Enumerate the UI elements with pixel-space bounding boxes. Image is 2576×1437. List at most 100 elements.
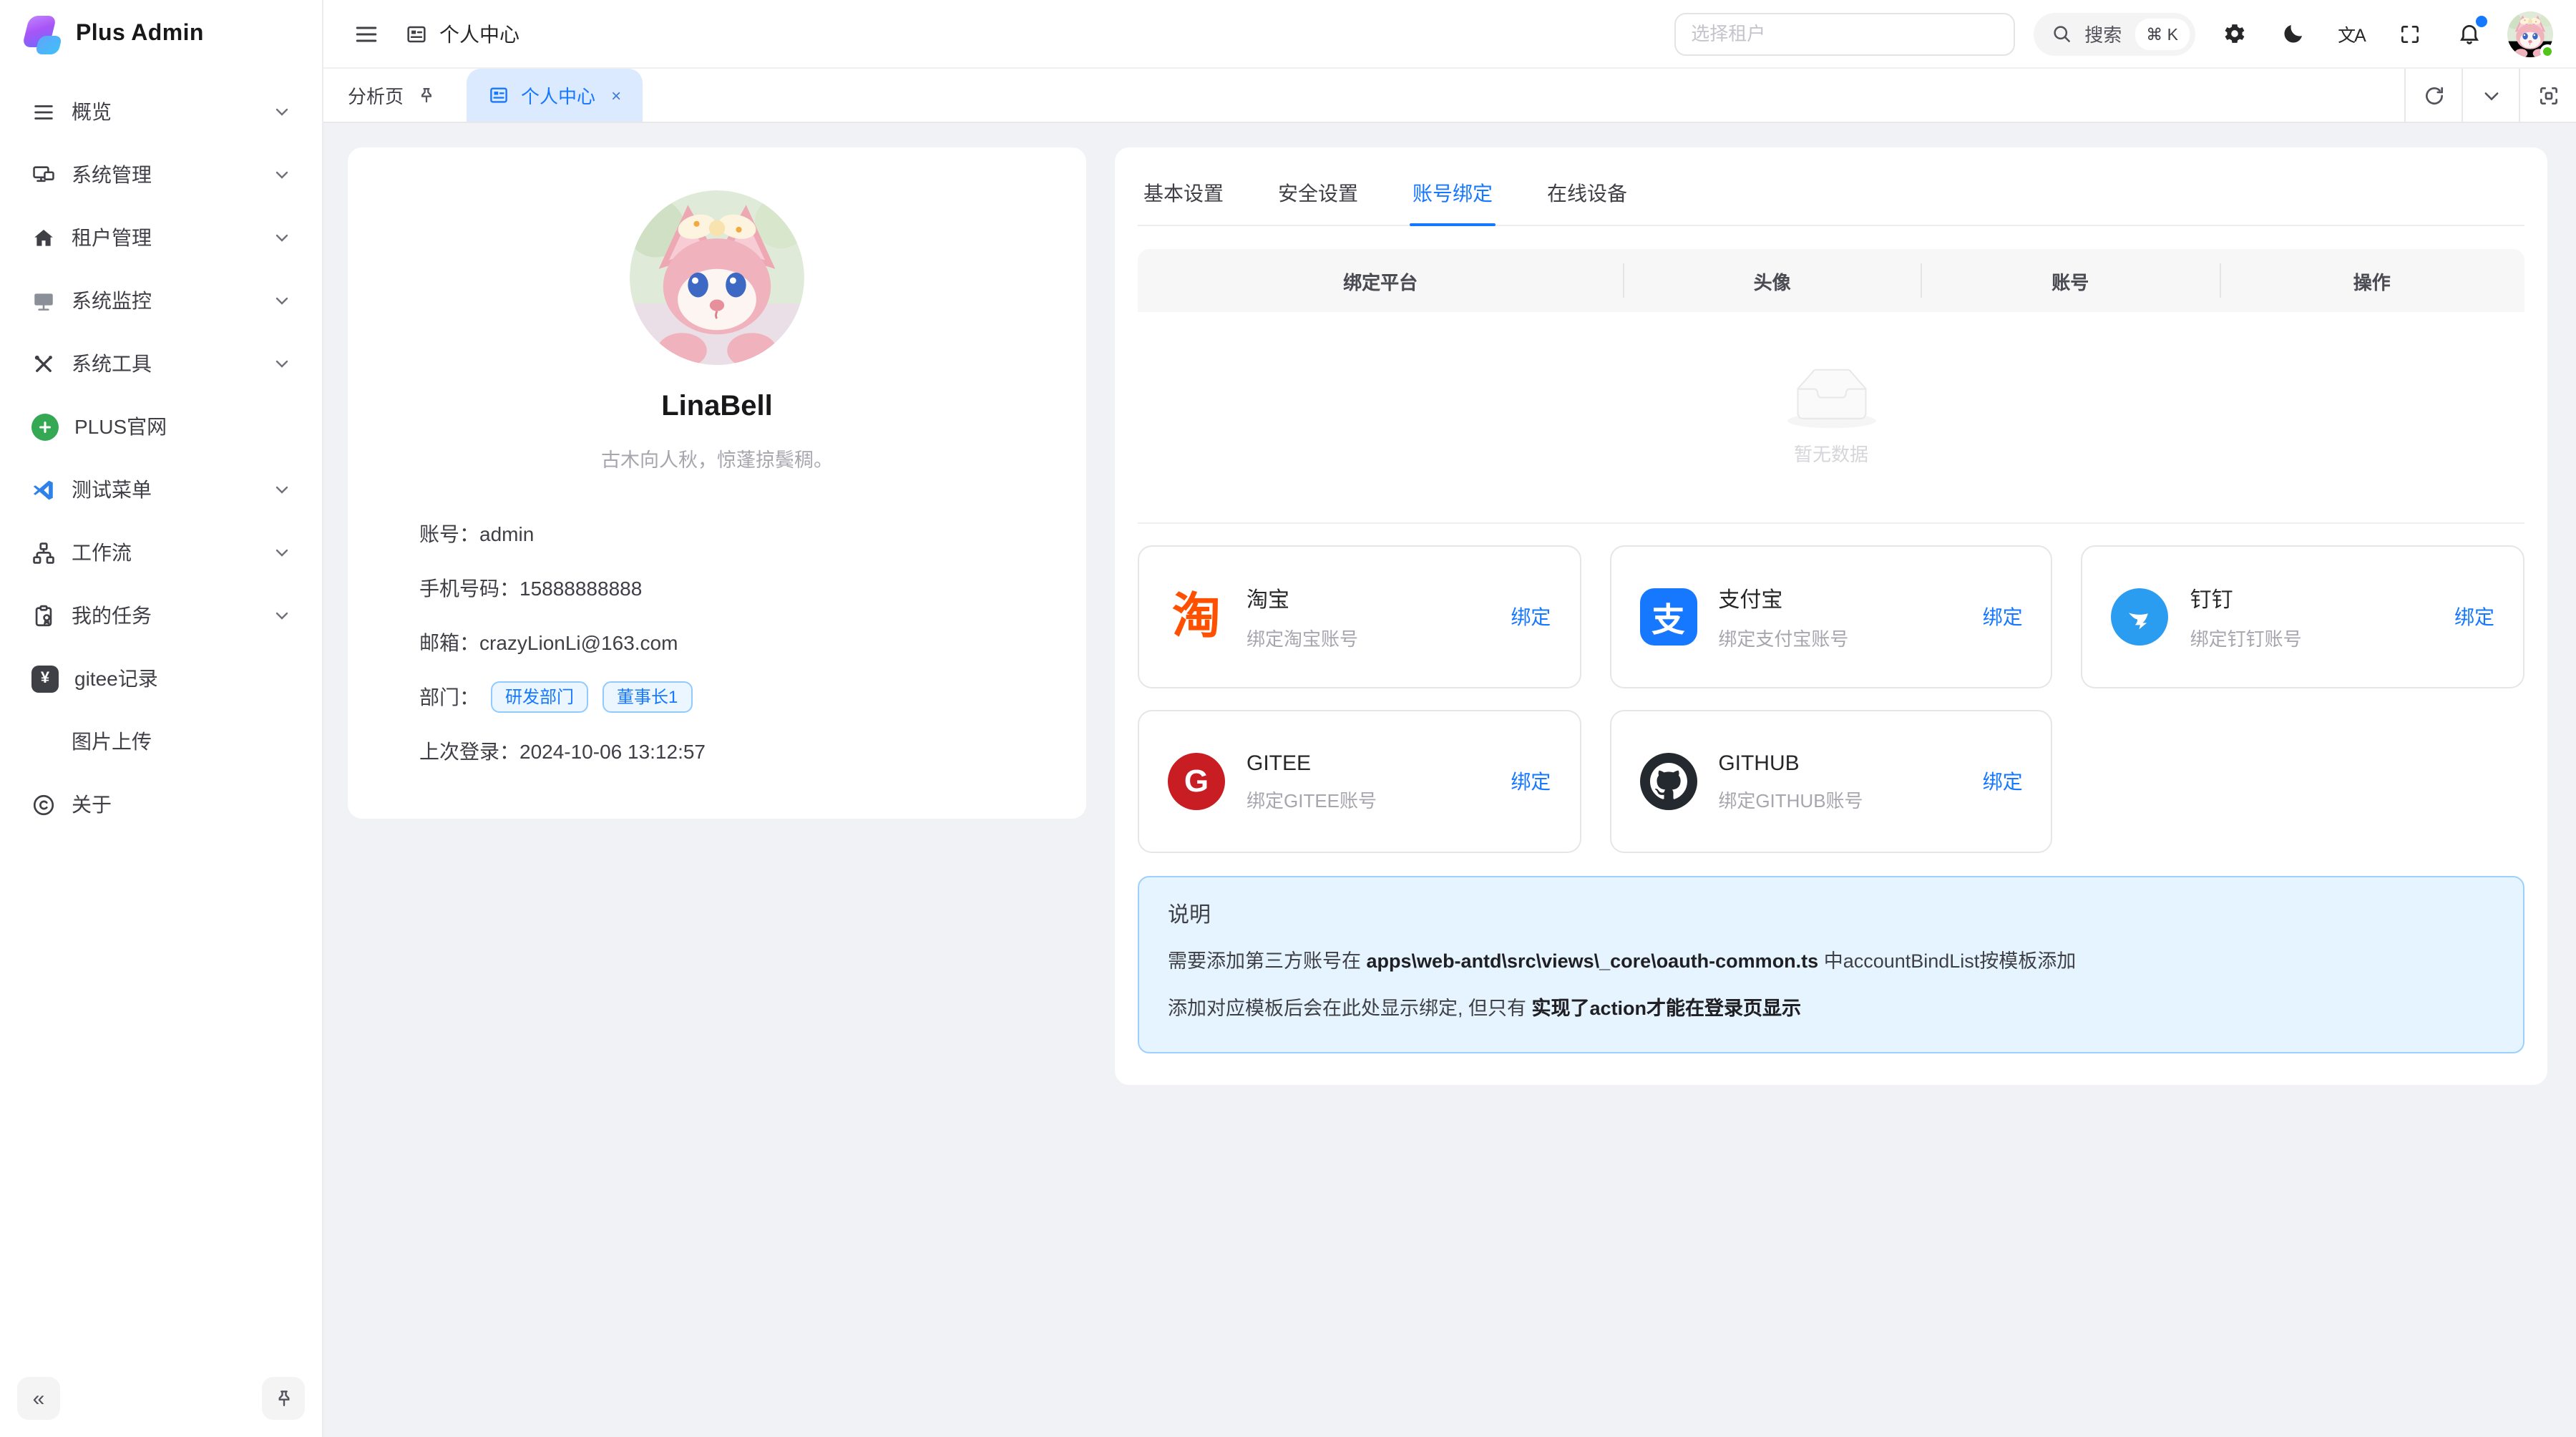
list-icon	[31, 99, 56, 124]
gitee-icon: G	[1168, 753, 1225, 810]
sidebar-item-overview[interactable]: 概览	[17, 83, 305, 140]
binding-card-taobao: 淘 淘宝 绑定淘宝账号 绑定	[1138, 545, 1581, 688]
bind-link-gitee[interactable]: 绑定	[1511, 767, 1551, 796]
settings-button[interactable]	[2214, 14, 2254, 54]
logo-icon	[21, 15, 60, 54]
binding-card-dingtalk: 钉钉 绑定钉钉账号 绑定	[2082, 545, 2524, 688]
column-account: 账号	[1921, 249, 2220, 312]
sidebar-item-about[interactable]: 关于	[17, 776, 305, 833]
chevron-down-icon	[273, 607, 291, 624]
tab-analysis[interactable]: 分析页	[323, 69, 448, 122]
sidebar-item-my-tasks[interactable]: 我的任务	[17, 587, 305, 644]
binding-name: 淘宝	[1246, 583, 1358, 613]
alipay-icon: 支	[1639, 588, 1697, 646]
profile-name: LinaBell	[419, 391, 1015, 424]
profile-row-account: 账号：admin	[419, 518, 1015, 550]
fullscreen-button[interactable]	[2390, 14, 2430, 54]
language-button[interactable]: 文A	[2331, 14, 2371, 54]
sidebar-item-workflow[interactable]: 工作流	[17, 524, 305, 581]
chevron-down-icon	[273, 229, 291, 246]
department-tag: 研发部门	[491, 681, 588, 713]
tab-profile-center[interactable]: 个人中心 ×	[467, 69, 643, 122]
bind-link-github[interactable]: 绑定	[1983, 767, 2023, 796]
dingtalk-icon	[2112, 588, 2169, 646]
sidebar-item-image-upload[interactable]: 图片上传	[17, 713, 305, 770]
maximize-content-button[interactable]	[2519, 69, 2576, 122]
profile-row-phone: 手机号码：15888888888	[419, 573, 1015, 604]
search-icon	[2050, 23, 2072, 44]
tab-account-binding[interactable]: 账号绑定	[1410, 165, 1496, 225]
sidebar-collapse-button[interactable]: «	[17, 1377, 60, 1420]
sidebar-item-system-management[interactable]: 系统管理	[17, 146, 305, 203]
settings-panel: 基本设置 安全设置 账号绑定 在线设备 绑定平台 头像 账号 操作	[1115, 147, 2547, 1085]
binding-desc: 绑定支付宝账号	[1718, 623, 1848, 651]
github-icon	[1639, 753, 1697, 810]
binding-desc: 绑定GITEE账号	[1246, 785, 1377, 812]
tabbar-controls	[2404, 69, 2576, 122]
profile-card-icon	[488, 84, 509, 106]
binding-card-gitee: G GITEE 绑定GITEE账号 绑定	[1138, 710, 1581, 853]
sidebar-footer: «	[0, 1363, 322, 1437]
plus-circle-icon	[31, 413, 59, 440]
dark-mode-button[interactable]	[2273, 14, 2313, 54]
chevron-down-icon	[273, 292, 291, 309]
app-title: Plus Admin	[76, 21, 204, 47]
pin-icon[interactable]	[416, 85, 436, 105]
home-icon	[31, 225, 56, 250]
bind-link-dingtalk[interactable]: 绑定	[2454, 603, 2494, 631]
yen-calendar-icon: ¥	[31, 665, 59, 692]
binding-name: GITEE	[1246, 751, 1377, 775]
notifications-button[interactable]	[2449, 14, 2489, 54]
binding-card-alipay: 支 支付宝 绑定支付宝账号 绑定	[1609, 545, 2052, 688]
refresh-button[interactable]	[2404, 69, 2462, 122]
chevron-down-icon	[273, 166, 291, 183]
panel-tabs: 基本设置 安全设置 账号绑定 在线设备	[1138, 165, 2524, 226]
gear-icon	[2222, 21, 2246, 46]
sidebar-item-gitee-log[interactable]: ¥ gitee记录	[17, 650, 305, 707]
binding-card-github: GITHUB 绑定GITHUB账号 绑定	[1609, 710, 2052, 853]
tab-menu-button[interactable]	[2462, 69, 2519, 122]
binding-desc: 绑定淘宝账号	[1246, 623, 1358, 651]
close-icon[interactable]: ×	[611, 85, 621, 105]
sidebar-item-plus-website[interactable]: PLUS官网	[17, 398, 305, 455]
breadcrumb[interactable]: 个人中心	[405, 19, 519, 48]
alert-line-2: 添加对应模板后会在此处显示绑定, 但只有 实现了action才能在登录页显示	[1168, 995, 2494, 1025]
online-status-dot	[2540, 44, 2555, 58]
tenant-select-input[interactable]	[1674, 12, 2014, 55]
profile-card-icon	[405, 22, 428, 45]
tab-online-devices[interactable]: 在线设备	[1544, 165, 1630, 225]
sidebar-item-test-menu[interactable]: 测试菜单	[17, 461, 305, 518]
global-search-button[interactable]: 搜索 ⌘ K	[2033, 12, 2195, 55]
sidebar-item-tenant-management[interactable]: 租户管理	[17, 209, 305, 266]
tabs-bar: 分析页 个人中心 ×	[323, 69, 2576, 123]
notification-badge	[2476, 15, 2487, 26]
user-avatar[interactable]	[2507, 11, 2553, 57]
sidebar-item-system-monitor[interactable]: 系统监控	[17, 272, 305, 329]
monitor-icon	[31, 288, 56, 313]
copyright-icon	[31, 792, 56, 817]
taobao-icon: 淘	[1172, 593, 1221, 641]
bind-link-alipay[interactable]: 绑定	[1983, 603, 2023, 631]
vscode-icon	[31, 477, 56, 502]
chevron-down-icon	[273, 544, 291, 561]
empty-state: 暂无数据	[1138, 312, 2524, 524]
tab-security-settings[interactable]: 安全设置	[1275, 165, 1361, 225]
chevron-down-icon	[273, 481, 291, 498]
bind-link-taobao[interactable]: 绑定	[1511, 603, 1551, 631]
profile-row-department: 部门： 研发部门 董事长1	[419, 681, 1015, 713]
expand-scan-icon	[2537, 84, 2560, 107]
sidebar-pin-button[interactable]	[262, 1377, 305, 1420]
sidebar-item-system-tools[interactable]: 系统工具	[17, 335, 305, 392]
moon-icon	[2280, 21, 2305, 46]
workflow-icon	[31, 540, 56, 565]
fullscreen-icon	[2399, 22, 2421, 45]
sidebar-nav: 概览 系统管理 租户管理 系统监控 系统工具	[0, 69, 322, 833]
tab-basic-settings[interactable]: 基本设置	[1141, 165, 1226, 225]
refresh-icon	[2422, 84, 2445, 107]
alert-line-1: 需要添加第三方账号在 apps\web-antd\src\views\_core…	[1168, 948, 2494, 977]
binding-desc: 绑定GITHUB账号	[1718, 785, 1863, 812]
logo[interactable]: Plus Admin	[0, 0, 322, 69]
sidebar-toggle-button[interactable]	[346, 14, 386, 54]
binding-desc: 绑定钉钉账号	[2190, 623, 2302, 651]
info-alert: 说明 需要添加第三方账号在 apps\web-antd\src\views\_c…	[1138, 876, 2524, 1053]
